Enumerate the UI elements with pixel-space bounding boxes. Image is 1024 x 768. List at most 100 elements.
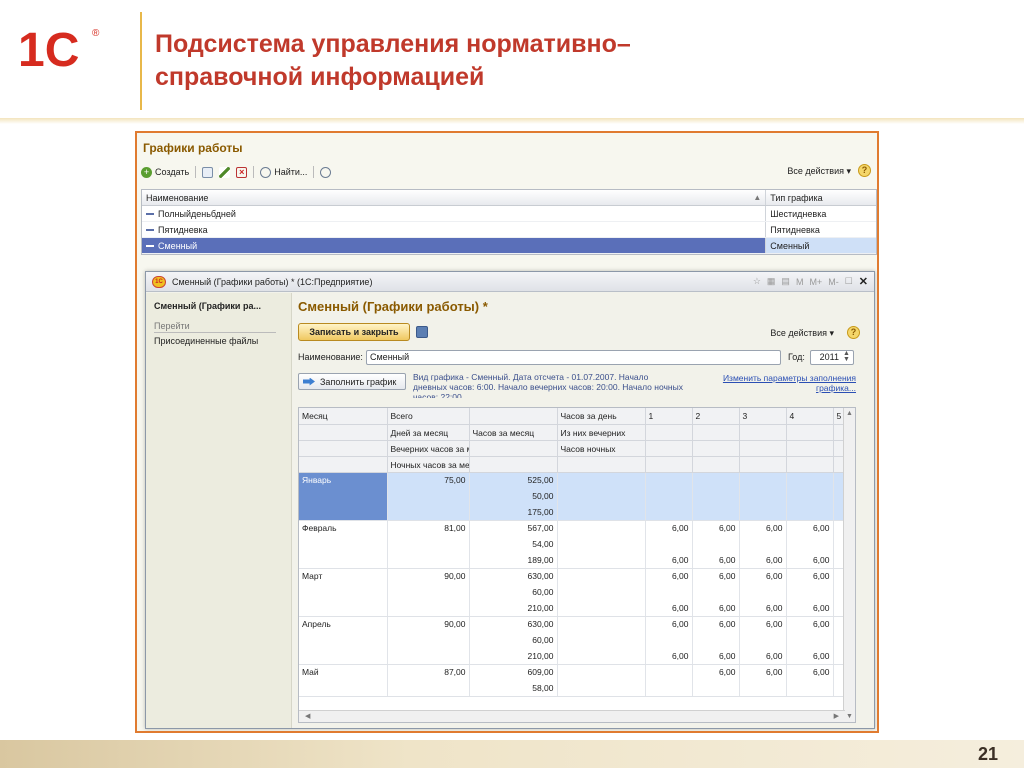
save-and-close-button[interactable]: Записать и закрыть <box>298 323 410 341</box>
hours-cell[interactable]: 567,00 <box>469 520 558 536</box>
day-cell[interactable] <box>786 680 834 697</box>
day-cell[interactable]: 6,00 <box>786 648 834 665</box>
day-cell[interactable]: 6,00 <box>786 600 834 617</box>
grid-row[interactable]: Март 90,00 630,00 6,00 6,00 6,00 6,00 <box>299 568 854 584</box>
day-cell[interactable] <box>645 664 693 680</box>
day-cell[interactable]: 6,00 <box>645 568 693 584</box>
month-cell[interactable] <box>299 680 388 697</box>
day-cell[interactable] <box>786 584 834 600</box>
day-cell[interactable] <box>786 536 834 552</box>
hours-per-day-cell[interactable] <box>557 568 646 584</box>
grid-row[interactable]: Апрель 90,00 630,00 6,00 6,00 6,00 6,00 <box>299 616 854 632</box>
calendar-icon[interactable]: ▤ <box>781 276 790 287</box>
day-cell[interactable] <box>739 536 787 552</box>
day-cell[interactable] <box>645 680 693 697</box>
hours-per-day-cell[interactable] <box>557 632 646 648</box>
day-cell[interactable]: 6,00 <box>739 664 787 680</box>
horizontal-scrollbar[interactable]: ◀ ▶ <box>299 710 845 722</box>
grid-row[interactable]: 189,00 6,00 6,00 6,00 6,00 <box>299 552 854 569</box>
month-cell[interactable] <box>299 504 388 521</box>
hours-per-day-cell[interactable] <box>557 520 646 536</box>
day-cell[interactable] <box>692 632 740 648</box>
days-cell[interactable] <box>387 536 470 552</box>
day-cell[interactable] <box>739 584 787 600</box>
hours-cell[interactable]: 609,00 <box>469 664 558 680</box>
hours-cell[interactable]: 175,00 <box>469 504 558 521</box>
day-cell[interactable] <box>739 632 787 648</box>
hours-cell[interactable]: 58,00 <box>469 680 558 697</box>
day-cell[interactable] <box>645 472 693 488</box>
save-disk-icon[interactable] <box>416 326 428 338</box>
day-cell[interactable]: 6,00 <box>786 616 834 632</box>
grid-row[interactable]: Январь 75,00 525,00 <box>299 472 854 488</box>
grid-row[interactable]: 210,00 6,00 6,00 6,00 6,00 <box>299 648 854 665</box>
scroll-left-icon[interactable]: ◀ <box>305 712 310 720</box>
month-cell[interactable] <box>299 488 388 504</box>
calculator-icon[interactable]: ▦ <box>767 276 776 287</box>
day-cell[interactable] <box>739 488 787 504</box>
hours-cell[interactable]: 60,00 <box>469 584 558 600</box>
month-cell[interactable] <box>299 584 388 600</box>
day-cell[interactable]: 6,00 <box>645 616 693 632</box>
day-cell[interactable] <box>786 632 834 648</box>
column-header-type[interactable]: Тип графика <box>766 190 876 205</box>
month-cell[interactable]: Апрель <box>299 616 388 632</box>
days-cell[interactable] <box>387 584 470 600</box>
hours-cell[interactable]: 189,00 <box>469 552 558 569</box>
day-cell[interactable] <box>692 472 740 488</box>
memory-button[interactable]: M <box>796 277 804 287</box>
day-cell[interactable]: 6,00 <box>786 552 834 569</box>
vertical-scrollbar[interactable]: ▲ ▼ <box>843 408 855 722</box>
scroll-down-icon[interactable]: ▼ <box>846 713 853 720</box>
day-cell[interactable] <box>739 680 787 697</box>
day-cell[interactable] <box>786 472 834 488</box>
memory-minus-button[interactable]: M- <box>828 277 839 287</box>
form-all-actions-menu[interactable]: Все действия ▾ <box>770 328 834 339</box>
hours-per-day-cell[interactable] <box>557 488 646 504</box>
day-cell[interactable] <box>739 472 787 488</box>
day-cell[interactable]: 6,00 <box>645 600 693 617</box>
day-cell[interactable]: 6,00 <box>692 616 740 632</box>
day-cell[interactable]: 6,00 <box>739 616 787 632</box>
day-cell[interactable]: 6,00 <box>645 520 693 536</box>
maximize-icon[interactable]: ☐ <box>845 276 853 287</box>
grid-row[interactable]: 60,00 <box>299 632 854 648</box>
days-cell[interactable]: 90,00 <box>387 568 470 584</box>
hours-per-day-cell[interactable] <box>557 584 646 600</box>
hours-per-day-cell[interactable] <box>557 648 646 665</box>
favorites-icon[interactable]: ☆ <box>753 276 761 287</box>
day-cell[interactable] <box>786 504 834 521</box>
hours-cell[interactable]: 630,00 <box>469 616 558 632</box>
days-cell[interactable] <box>387 680 470 697</box>
month-cell[interactable]: Март <box>299 568 388 584</box>
days-cell[interactable] <box>387 600 470 617</box>
day-cell[interactable]: 6,00 <box>739 552 787 569</box>
days-cell[interactable]: 90,00 <box>387 616 470 632</box>
grid-row[interactable]: Май 87,00 609,00 6,00 6,00 6,00 <box>299 664 854 680</box>
day-cell[interactable] <box>739 504 787 521</box>
days-cell[interactable]: 75,00 <box>387 472 470 488</box>
list-row-selected[interactable]: Сменный Сменный <box>142 238 876 254</box>
day-cell[interactable] <box>645 584 693 600</box>
month-cell[interactable] <box>299 632 388 648</box>
day-cell[interactable]: 6,00 <box>786 520 834 536</box>
year-stepper-icon[interactable]: ▲ ▼ <box>843 350 850 363</box>
copy-button[interactable] <box>202 166 214 178</box>
day-cell[interactable]: 6,00 <box>645 648 693 665</box>
days-cell[interactable] <box>387 488 470 504</box>
day-cell[interactable]: 6,00 <box>692 568 740 584</box>
list-row[interactable]: Полныйденьбдней Шестидневка <box>142 206 876 222</box>
hours-cell[interactable]: 210,00 <box>469 600 558 617</box>
day-cell[interactable] <box>645 632 693 648</box>
days-cell[interactable] <box>387 504 470 521</box>
hours-cell[interactable]: 630,00 <box>469 568 558 584</box>
month-cell[interactable] <box>299 600 388 617</box>
grid-row[interactable]: 50,00 <box>299 488 854 504</box>
form-help-button[interactable]: ? <box>847 326 860 339</box>
grid-row[interactable]: Февраль 81,00 567,00 6,00 6,00 6,00 6,00 <box>299 520 854 536</box>
day-cell[interactable] <box>645 488 693 504</box>
day-cell[interactable]: 6,00 <box>692 600 740 617</box>
delete-button[interactable]: × <box>236 166 248 178</box>
create-button[interactable]: + Создать <box>141 166 189 178</box>
day-cell[interactable]: 6,00 <box>786 664 834 680</box>
